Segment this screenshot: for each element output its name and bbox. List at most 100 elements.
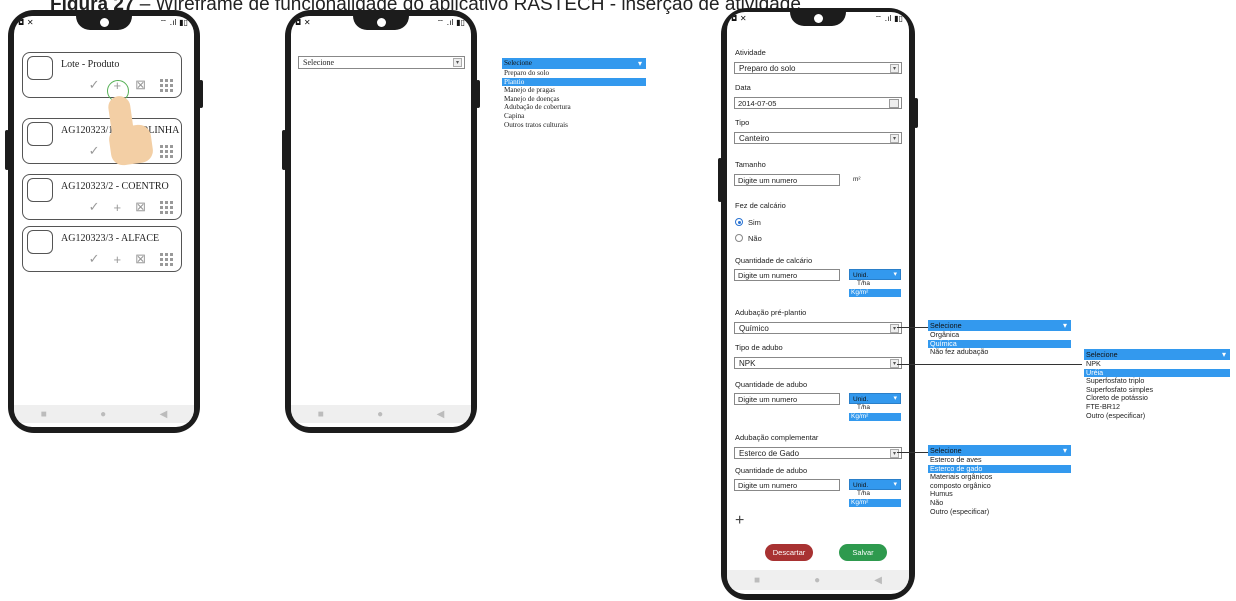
delete-icon[interactable]: ⊠ [135, 251, 146, 267]
card-title: AG120323/2 - COENTRO [61, 181, 169, 192]
descartar-button[interactable]: Descartar [765, 544, 813, 561]
grid-icon[interactable] [160, 144, 173, 158]
back-icon[interactable]: ◀ [437, 409, 445, 420]
unit-option-selected[interactable]: Kg/m² [849, 288, 901, 297]
atividade-select[interactable]: Preparo do solo ▾ [734, 62, 902, 74]
unit-option-selected[interactable]: Kg/m² [849, 412, 901, 421]
home-square-icon[interactable]: ■ [318, 409, 324, 420]
thumbnail [27, 178, 53, 202]
phone-lote-list: ◘ ✕ ⌔ .ıl ▮▯ Lote - Produto ✓ + ⊠ AG1203… [5, 10, 203, 433]
check-icon[interactable]: ✓ [89, 199, 100, 215]
card-title: Lote - Produto [61, 59, 120, 70]
add-icon[interactable]: + [114, 200, 122, 215]
thumbnail [27, 230, 53, 254]
connector-line [897, 327, 929, 328]
unit-select[interactable]: Unid. [849, 269, 901, 280]
qtd-calcario-input[interactable]: Digite um numero [734, 269, 840, 281]
grid-icon[interactable] [160, 200, 173, 214]
back-icon[interactable]: ◀ [160, 409, 168, 420]
lote-card-header[interactable]: Lote - Produto ✓ + ⊠ [22, 52, 182, 98]
lote-card[interactable]: AG120323/3 - ALFACE ✓ + ⊠ [22, 226, 182, 272]
dropdown-option[interactable]: Manejo de pragas [502, 86, 646, 95]
unit-select[interactable]: Unid. [849, 479, 901, 490]
chevron-down-icon[interactable]: ▾ [890, 64, 899, 73]
unit-option[interactable]: T/ha [849, 280, 901, 289]
home-square-icon[interactable]: ■ [41, 409, 47, 420]
radio-nao[interactable] [735, 234, 743, 242]
home-circle-icon[interactable]: ● [814, 575, 820, 586]
android-navbar: ■ ● ◀ [14, 405, 194, 423]
salvar-button[interactable]: Salvar [839, 544, 887, 561]
adubacao-comp-select[interactable]: Esterco de Gado ▾ [734, 447, 902, 459]
grid-icon[interactable] [160, 252, 173, 266]
dropdown-option[interactable]: Adubação de cobertura [502, 103, 646, 112]
dropdown-head[interactable]: Selecione [502, 58, 646, 69]
tamanho-input[interactable]: Digite um numero [734, 174, 840, 186]
tipo-label: Tipo [735, 118, 750, 127]
dropdown-option-selected[interactable]: Plantio [502, 77, 646, 87]
qtd-adubo2-input[interactable]: Digite um numero [734, 479, 840, 491]
chevron-down-icon[interactable]: ▾ [890, 449, 899, 458]
dropdown-head[interactable]: Selecione [928, 320, 1071, 331]
check-icon[interactable]: ✓ [89, 77, 100, 93]
adubacao-pre-select[interactable]: Químico ▾ [734, 322, 902, 334]
radio-nao-label: Não [748, 234, 762, 243]
activity-select[interactable]: Selecione ▾ [298, 56, 465, 69]
unit-option[interactable]: T/ha [849, 490, 901, 499]
select-value: Canteiro [739, 134, 770, 143]
connector-line [897, 452, 929, 453]
status-icons-right: ⌔ .ıl ▮▯ [874, 14, 903, 23]
unit-option[interactable]: T/ha [849, 404, 901, 413]
add-icon[interactable]: + [114, 252, 122, 267]
unit-option-selected[interactable]: Kg/m² [849, 498, 901, 507]
thumbnail [27, 56, 53, 80]
qtd-adubo-label: Quantidade de adubo [735, 380, 808, 389]
dropdown-option[interactable]: Manejo de doenças [502, 95, 646, 104]
home-circle-icon[interactable]: ● [377, 409, 383, 420]
dropdown-option[interactable]: Não fez adubação [928, 348, 1071, 357]
chevron-down-icon[interactable]: ▾ [890, 134, 899, 143]
add-icon[interactable]: + [735, 512, 744, 530]
dropdown-option[interactable]: Outro (especificar) [1084, 411, 1230, 421]
camera-notch [790, 12, 846, 26]
unit-options: T/ha Kg/m² [849, 280, 901, 297]
chevron-down-icon[interactable]: ▾ [453, 58, 462, 67]
dropdown-head[interactable]: Selecione [928, 445, 1071, 456]
radio-sim[interactable] [735, 218, 743, 226]
qtd-adubo2-label: Quantidade de adubo [735, 466, 808, 475]
dropdown-option[interactable]: NPK [1084, 359, 1230, 369]
input-placeholder: Digite um numero [738, 481, 798, 490]
tipo-adubo-select[interactable]: NPK ▾ [734, 357, 902, 369]
side-button-left [5, 130, 9, 170]
calendar-icon[interactable] [889, 99, 899, 108]
card-actions: ✓ + ⊠ [89, 199, 173, 215]
chevron-down-icon[interactable]: ▾ [890, 324, 899, 333]
dropdown-option[interactable]: Preparo do solo [502, 69, 646, 78]
date-field[interactable]: 2014-07-05 [734, 97, 902, 109]
unit-select[interactable]: Unid. [849, 393, 901, 404]
delete-icon[interactable]: ⊠ [135, 77, 146, 93]
dropdown-option[interactable]: Outros tratos culturais [502, 121, 646, 130]
phone-activity-form: ◘ ✕ ⌔ .ıl ▮▯ Atividade Preparo do solo ▾… [718, 8, 918, 600]
check-icon[interactable]: ✓ [89, 251, 100, 267]
screen: ◘ ✕ ⌔ .ıl ▮▯ Selecione ▾ ■ ● ◀ [291, 16, 471, 427]
lote-card[interactable]: AG120323/1 - CEBOLINHA ✓ + ⊠ [22, 118, 182, 164]
qtd-adubo-input[interactable]: Digite um numero [734, 393, 840, 405]
dropdown-option[interactable]: Capina [502, 112, 646, 121]
select-value: NPK [739, 359, 756, 368]
data-label: Data [735, 83, 751, 92]
android-navbar: ■ ● ◀ [727, 570, 909, 590]
unit-options: T/ha Kg/m² [849, 404, 901, 421]
camera-notch [353, 16, 409, 30]
tipo-select[interactable]: Canteiro ▾ [734, 132, 902, 144]
check-icon[interactable]: ✓ [89, 143, 100, 159]
lote-card[interactable]: AG120323/2 - COENTRO ✓ + ⊠ [22, 174, 182, 220]
home-circle-icon[interactable]: ● [100, 409, 106, 420]
home-square-icon[interactable]: ■ [754, 575, 760, 586]
grid-icon[interactable] [160, 78, 173, 92]
delete-icon[interactable]: ⊠ [135, 199, 146, 215]
dropdown-option[interactable]: Outro (especificar) [928, 507, 1071, 517]
dropdown-head[interactable]: Selecione [1084, 349, 1230, 360]
dropdown-option[interactable]: Humus [928, 490, 1071, 499]
back-icon[interactable]: ◀ [874, 575, 882, 586]
